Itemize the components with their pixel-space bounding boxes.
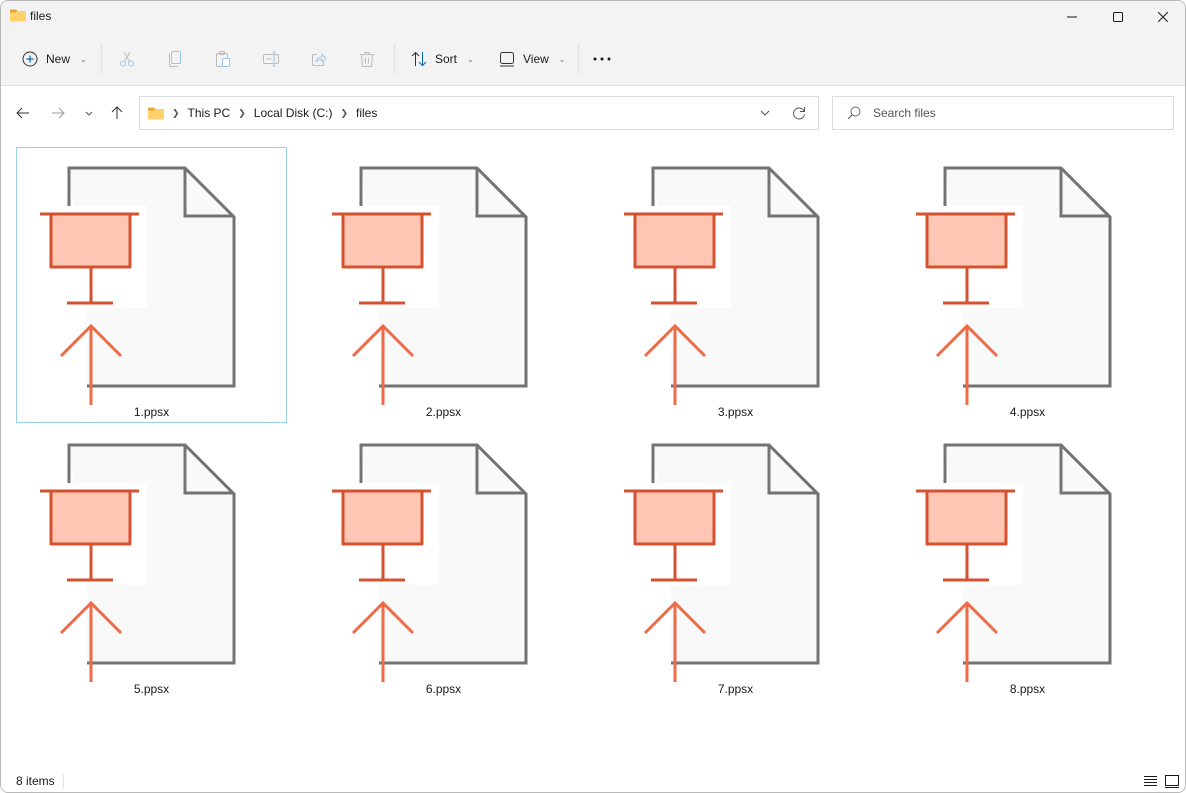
file-item[interactable]: 3.ppsx	[600, 147, 871, 423]
search-box[interactable]	[832, 96, 1174, 130]
navigation-bar: ❯ This PC ❯ Local Disk (C:) ❯ files	[1, 87, 1185, 139]
rename-button[interactable]	[263, 43, 279, 75]
details-view-icon	[1143, 776, 1157, 786]
minimize-icon	[1067, 16, 1077, 18]
search-input[interactable]	[873, 97, 1163, 129]
toolbar-divider	[101, 45, 102, 73]
forward-button[interactable]	[46, 101, 70, 125]
chevron-down-icon	[760, 110, 770, 116]
search-icon	[847, 106, 861, 120]
ppsx-file-icon	[619, 443, 820, 682]
ppsx-file-icon	[327, 166, 528, 405]
cut-icon	[120, 51, 134, 67]
paste-icon	[216, 51, 230, 67]
close-icon	[1158, 12, 1168, 22]
ppsx-file-icon	[35, 443, 236, 682]
chevron-down-icon: ⌄	[80, 54, 87, 64]
status-bar: 8 items	[1, 769, 1185, 792]
view-label: View	[523, 52, 549, 66]
file-item[interactable]: 4.ppsx	[892, 147, 1163, 423]
breadcrumb: ❯ This PC ❯ Local Disk (C:) ❯ files	[148, 97, 377, 129]
status-divider	[63, 774, 64, 789]
share-icon	[312, 53, 327, 66]
file-grid: 1.ppsx 2.ppsx 3.ppsx 4.ppsx 5.ppsx 6.ppsx 7.pp…	[1, 139, 1185, 769]
file-name: 1.ppsx	[133, 405, 170, 419]
window-title: files	[30, 9, 52, 23]
ppsx-file-icon	[619, 166, 820, 405]
file-item[interactable]: 2.ppsx	[308, 147, 579, 423]
file-name: 4.ppsx	[1009, 405, 1046, 419]
file-explorer-window: files New ⌄ Sort ⌄ View ⌄ ❯ This PC ❯ Lo…	[0, 0, 1186, 793]
file-item[interactable]: 6.ppsx	[308, 424, 579, 700]
recent-locations-button[interactable]	[77, 101, 101, 125]
file-name: 5.ppsx	[133, 682, 170, 696]
paste-button[interactable]	[215, 43, 231, 75]
chevron-right-icon[interactable]: ❯	[340, 108, 348, 119]
sort-button[interactable]: Sort ⌄	[411, 43, 474, 75]
toolbar-divider	[394, 45, 395, 73]
up-button[interactable]	[105, 101, 129, 125]
refresh-button[interactable]	[792, 105, 806, 124]
toolbar-divider	[578, 45, 579, 73]
details-view-button[interactable]	[1141, 773, 1159, 789]
refresh-icon	[793, 107, 805, 120]
delete-icon	[360, 52, 374, 67]
breadcrumb-files[interactable]: files	[356, 106, 377, 120]
file-item[interactable]: 8.ppsx	[892, 424, 1163, 700]
file-name: 2.ppsx	[425, 405, 462, 419]
rename-icon	[263, 51, 279, 67]
item-count: 8 items	[16, 774, 55, 788]
share-button[interactable]	[311, 43, 327, 75]
chevron-right-icon[interactable]: ❯	[238, 108, 246, 119]
large-icons-view-icon	[1165, 774, 1179, 788]
chevron-down-icon	[85, 111, 93, 116]
more-icon	[593, 57, 611, 61]
view-button[interactable]: View ⌄	[499, 43, 566, 75]
folder-icon	[148, 107, 164, 119]
file-item[interactable]: 7.ppsx	[600, 424, 871, 700]
address-history-button[interactable]	[760, 105, 770, 124]
back-button[interactable]	[11, 101, 35, 125]
ppsx-file-icon	[35, 166, 236, 405]
minimize-button[interactable]	[1049, 1, 1095, 33]
new-button[interactable]: New ⌄	[22, 43, 87, 75]
sort-icon	[411, 51, 427, 67]
more-options-button[interactable]	[593, 43, 611, 75]
sort-label: Sort	[435, 52, 458, 66]
folder-icon	[10, 9, 26, 22]
ppsx-file-icon	[327, 443, 528, 682]
breadcrumb-this-pc[interactable]: This PC	[188, 106, 231, 120]
view-icon	[500, 52, 514, 67]
large-icons-view-button[interactable]	[1163, 773, 1181, 789]
file-name: 8.ppsx	[1009, 682, 1046, 696]
title-bar: files	[1, 1, 1185, 33]
command-bar: New ⌄ Sort ⌄ View ⌄	[1, 33, 1185, 86]
ppsx-file-icon	[911, 166, 1112, 405]
breadcrumb-local-disk[interactable]: Local Disk (C:)	[254, 106, 333, 120]
file-item[interactable]: 5.ppsx	[16, 424, 287, 700]
file-name: 3.ppsx	[717, 405, 754, 419]
file-item[interactable]: 1.ppsx	[16, 147, 287, 423]
new-label: New	[46, 52, 71, 66]
ppsx-file-icon	[911, 443, 1112, 682]
address-bar[interactable]: ❯ This PC ❯ Local Disk (C:) ❯ files	[139, 96, 819, 130]
arrow-up-icon	[111, 106, 123, 119]
copy-button[interactable]	[167, 43, 183, 75]
arrow-left-icon	[16, 107, 29, 119]
arrow-right-icon	[52, 107, 65, 119]
chevron-down-icon: ⌄	[467, 54, 474, 64]
close-button[interactable]	[1140, 1, 1185, 33]
maximize-button[interactable]	[1095, 1, 1141, 33]
file-name: 7.ppsx	[717, 682, 754, 696]
delete-button[interactable]	[359, 43, 375, 75]
cut-button[interactable]	[119, 43, 135, 75]
maximize-icon	[1113, 12, 1123, 22]
chevron-right-icon: ❯	[172, 107, 180, 118]
file-name: 6.ppsx	[425, 682, 462, 696]
chevron-down-icon: ⌄	[558, 54, 566, 64]
new-icon	[22, 51, 38, 67]
copy-icon	[169, 51, 181, 67]
